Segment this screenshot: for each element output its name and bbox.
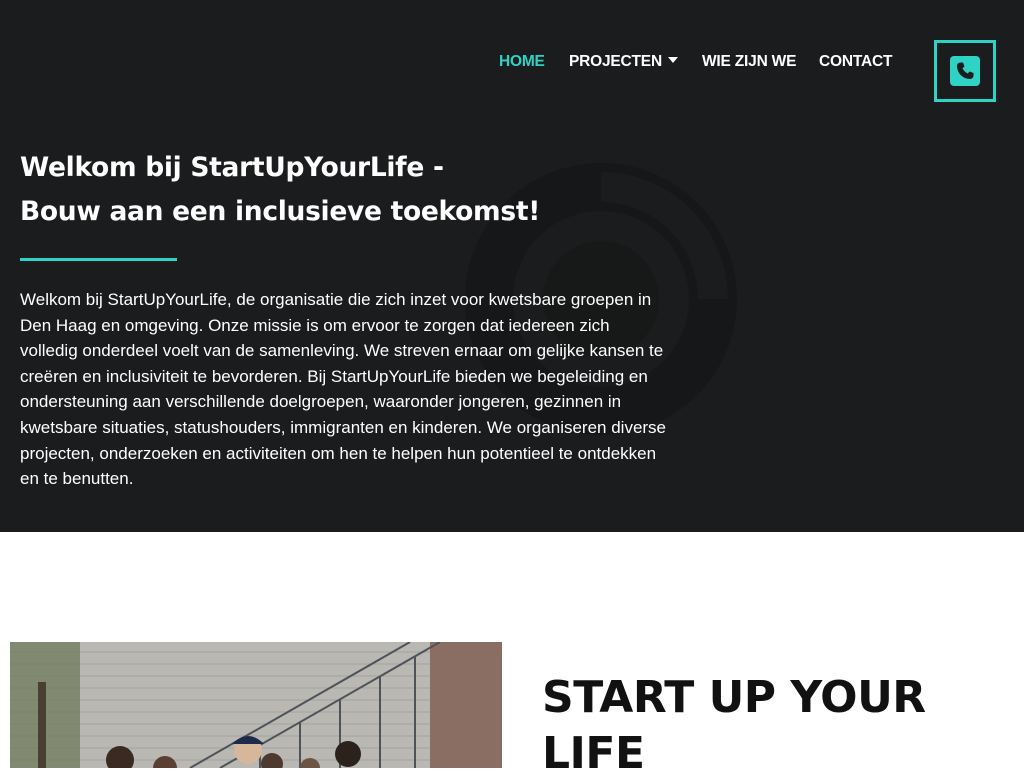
nav-home[interactable]: HOME xyxy=(499,52,545,72)
phone-button[interactable] xyxy=(934,40,996,102)
main-navigation: HOME PROJECTEN WIE ZIJN WE CONTACT xyxy=(0,0,1024,120)
accent-divider xyxy=(20,258,177,261)
hero-title-line1: Welkom bij StartUpYourLife - xyxy=(20,152,444,183)
group-photo-image xyxy=(10,642,502,768)
nav-contact[interactable]: CONTACT xyxy=(819,52,892,72)
hero-title-line2: Bouw aan een inclusieve toekomst! xyxy=(20,196,540,227)
nav-wie-zijn-we[interactable]: WIE ZIJN WE xyxy=(702,52,796,72)
nav-projecten-label: PROJECTEN xyxy=(569,53,662,70)
hero-title: Welkom bij StartUpYourLife - Bouw aan ee… xyxy=(20,146,660,234)
hero-section: HOME PROJECTEN WIE ZIJN WE CONTACT Welko… xyxy=(0,0,1024,532)
phone-icon xyxy=(950,56,980,86)
intro-paragraph: Welkom bij StartUpYourLife, de organisat… xyxy=(20,290,667,489)
section-title-line1: START UP YOUR xyxy=(542,672,926,723)
section-title: START UP YOUR LIFE xyxy=(542,670,1002,782)
section-title-line2: LIFE xyxy=(542,728,645,779)
group-photo xyxy=(10,642,502,768)
nav-projecten[interactable]: PROJECTEN xyxy=(569,52,678,72)
about-section: START UP YOUR LIFE xyxy=(0,532,1024,779)
caret-down-icon xyxy=(667,56,678,63)
